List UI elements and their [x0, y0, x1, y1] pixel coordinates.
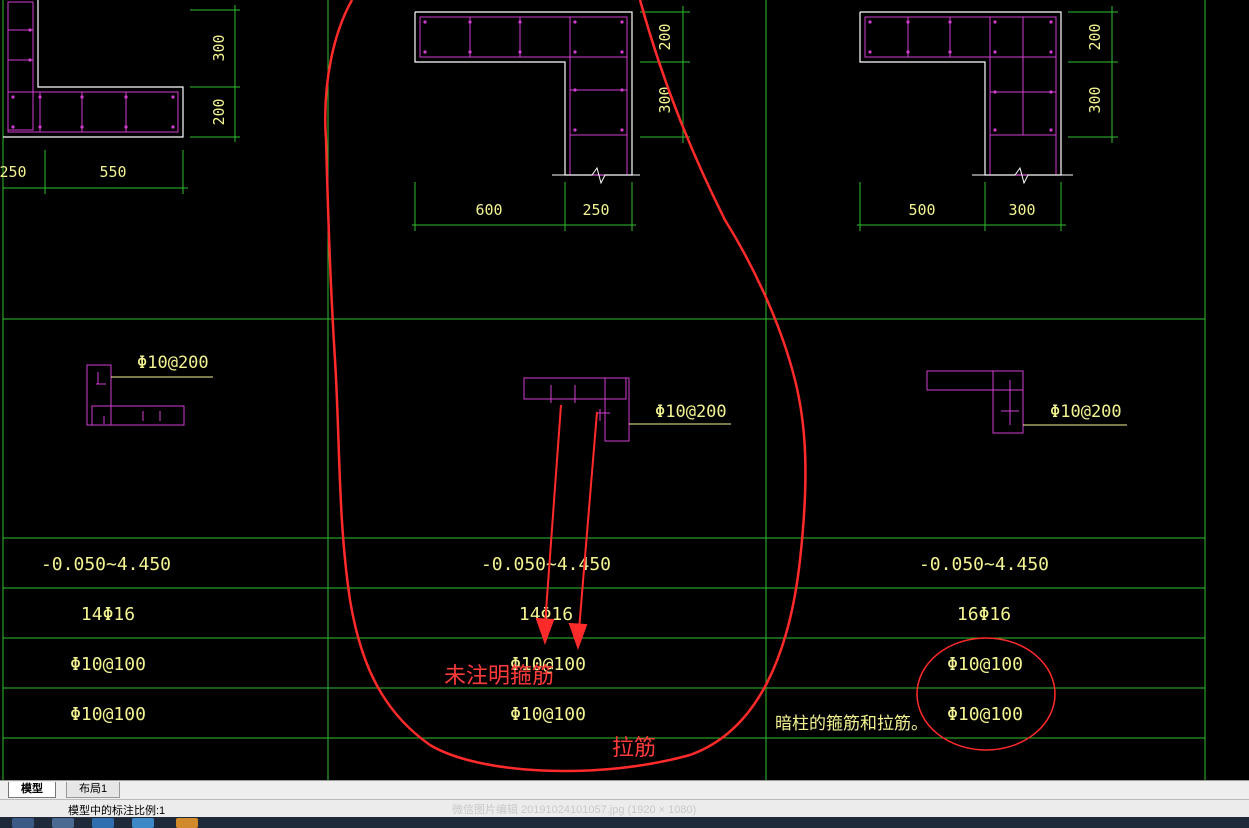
dim-col2-250: 250: [582, 201, 609, 219]
dim-col1-550: 550: [99, 163, 126, 181]
cell-tie-1: Φ10@100: [70, 704, 146, 725]
note-tie-bar: 拉筋: [612, 736, 656, 761]
cell-elevation-1: -0.050~4.450: [41, 554, 171, 575]
dim-col3-200: 200: [1086, 23, 1104, 50]
dim-col3-300b: 300: [1008, 201, 1035, 219]
cell-elevation-3: -0.050~4.450: [919, 554, 1049, 575]
cell-stirrup-1: Φ10@100: [70, 654, 146, 675]
stirrup-label-3: Φ10@200: [1050, 402, 1122, 422]
cell-longitudinal-1: 14Φ16: [81, 604, 135, 625]
cad-drawing-canvas[interactable]: 300 200 250 550 200 300 600 250 200 300 …: [0, 0, 1249, 828]
cell-longitudinal-3: 16Φ16: [957, 604, 1011, 625]
taskbar-app-icon[interactable]: [132, 818, 154, 828]
taskbar-app-icon[interactable]: [92, 818, 114, 828]
dim-col2-600: 600: [475, 201, 502, 219]
note-hidden-column: 暗柱的箍筋和拉筋。: [775, 714, 928, 734]
dim-col3-500: 500: [908, 201, 935, 219]
dim-col3-300: 300: [1086, 86, 1104, 113]
dim-col1-300: 300: [210, 34, 228, 61]
cell-tie-3: Φ10@100: [947, 704, 1023, 725]
stirrup-label-2: Φ10@200: [655, 402, 727, 422]
os-taskbar: [0, 817, 1249, 828]
layout-tab-bar: 模型 布局1: [0, 780, 1249, 799]
taskbar-app-icon[interactable]: [52, 818, 74, 828]
cell-tie-2: Φ10@100: [510, 704, 586, 725]
taskbar-app-icon[interactable]: [176, 818, 198, 828]
tab-model[interactable]: 模型: [8, 782, 56, 798]
note-unmarked-stirrup: 未注明箍筋: [444, 664, 554, 689]
dim-col1-200: 200: [210, 98, 228, 125]
cell-elevation-2: -0.050~4.450: [481, 554, 611, 575]
dim-col2-200: 200: [656, 23, 674, 50]
stirrup-label-1: Φ10@200: [137, 353, 209, 373]
taskbar-app-icon[interactable]: [12, 818, 34, 828]
status-bar: 模型中的标注比例:1 微信图片编辑 20191024101057.jpg (19…: [0, 799, 1249, 818]
annotation-scale-text: 模型中的标注比例:1: [68, 805, 166, 817]
dim-col1-250: 250: [0, 163, 27, 181]
tab-layout1[interactable]: 布局1: [66, 782, 121, 798]
image-caption-text: 微信图片编辑 20191024101057.jpg (1920 × 1080): [452, 804, 697, 816]
cell-stirrup-3: Φ10@100: [947, 654, 1023, 675]
